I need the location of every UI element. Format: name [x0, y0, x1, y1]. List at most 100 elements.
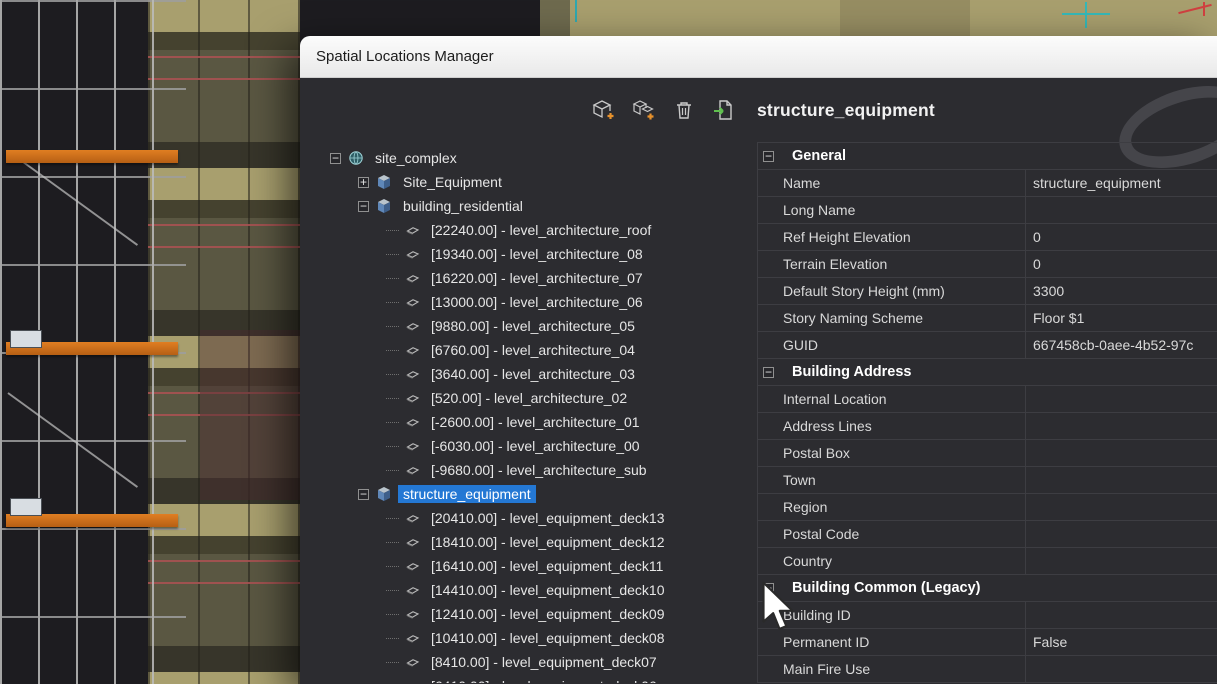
tree-item[interactable]: [18410.00] - level_equipment_deck12 — [322, 530, 745, 554]
property-section-header: −General — [758, 143, 1217, 170]
tree-item[interactable]: [14410.00] - level_equipment_deck10 — [322, 578, 745, 602]
axis-marker-teal — [1085, 2, 1087, 28]
level-icon — [404, 534, 420, 550]
tree-item[interactable]: [-6030.00] - level_architecture_00 — [322, 434, 745, 458]
delete-button[interactable] — [669, 96, 699, 124]
expand-box-icon[interactable]: + — [358, 177, 369, 188]
tree-item[interactable]: [19340.00] - level_architecture_08 — [322, 242, 745, 266]
property-value[interactable]: 667458cb-0aee-4b52-97c — [1026, 332, 1217, 358]
tree-item[interactable]: − structure_equipment — [322, 482, 745, 506]
tree-connector — [386, 302, 399, 303]
tree-item[interactable]: [22240.00] - level_architecture_roof — [322, 218, 745, 242]
tree-item[interactable]: [8410.00] - level_equipment_deck07 — [322, 650, 745, 674]
scaffold-sign — [10, 498, 42, 516]
property-value[interactable] — [1026, 602, 1217, 628]
tree-item[interactable]: [20410.00] - level_equipment_deck13 — [322, 506, 745, 530]
property-label: Region — [758, 494, 1026, 520]
level-icon — [404, 294, 420, 310]
tree-item[interactable]: [16410.00] - level_equipment_deck11 — [322, 554, 745, 578]
tree-item-label: [520.00] - level_architecture_02 — [426, 389, 632, 407]
tree-connector — [386, 278, 399, 279]
add-story-button[interactable] — [629, 96, 659, 124]
level-icon — [404, 342, 420, 358]
window-titlebar[interactable]: Spatial Locations Manager — [300, 36, 1217, 78]
level-icon — [404, 462, 420, 478]
tree-item[interactable]: [6760.00] - level_architecture_04 — [322, 338, 745, 362]
scaffold-platform — [6, 150, 178, 163]
tree-item-label: structure_equipment — [398, 485, 536, 503]
tree-item-label: [12410.00] - level_equipment_deck09 — [426, 605, 670, 623]
property-label: Ref Height Elevation — [758, 224, 1026, 250]
interior-shadow — [200, 330, 300, 500]
property-value[interactable] — [1026, 413, 1217, 439]
property-row: Story Naming SchemeFloor $1 — [758, 305, 1217, 332]
axis-marker-red — [1203, 2, 1205, 16]
property-value[interactable]: 0 — [1026, 251, 1217, 277]
property-label: Town — [758, 467, 1026, 493]
export-button[interactable] — [709, 96, 739, 124]
tree-item-label: [13000.00] - level_architecture_06 — [426, 293, 648, 311]
tree-item[interactable]: [-2600.00] - level_architecture_01 — [322, 410, 745, 434]
tree-item[interactable]: [-9680.00] - level_architecture_sub — [322, 458, 745, 482]
property-value[interactable] — [1026, 548, 1217, 574]
property-label: Long Name — [758, 197, 1026, 223]
section-title: Building Address — [792, 364, 912, 380]
tree-connector — [386, 542, 399, 543]
property-label: Building ID — [758, 602, 1026, 628]
tree-item[interactable]: [12410.00] - level_equipment_deck09 — [322, 602, 745, 626]
tree-connector — [386, 590, 399, 591]
dimension-line — [575, 0, 577, 22]
collapse-box-icon[interactable]: − — [330, 153, 341, 164]
property-value[interactable] — [1026, 467, 1217, 493]
level-icon — [404, 246, 420, 262]
level-icon — [404, 270, 420, 286]
property-value[interactable] — [1026, 494, 1217, 520]
tree-item[interactable]: −building_residential — [322, 194, 745, 218]
property-value[interactable] — [1026, 521, 1217, 547]
tree-item[interactable]: [10410.00] - level_equipment_deck08 — [322, 626, 745, 650]
property-panel: −GeneralNamestructure_equipmentLong Name… — [757, 142, 1217, 683]
collapse-box-icon[interactable]: − — [358, 201, 369, 212]
tree-item-label: [3640.00] - level_architecture_03 — [426, 365, 640, 383]
tree-item-label: site_complex — [370, 149, 462, 167]
property-value[interactable]: Floor $1 — [1026, 305, 1217, 331]
property-value[interactable]: 3300 — [1026, 278, 1217, 304]
property-value[interactable]: False — [1026, 629, 1217, 655]
tree-item[interactable]: [13000.00] - level_architecture_06 — [322, 290, 745, 314]
tree-item[interactable]: [6410.00] - level_equipment_deck06 — [322, 674, 745, 683]
tree-item-label: [6410.00] - level_equipment_deck06 — [426, 677, 662, 683]
property-row: Region — [758, 494, 1217, 521]
dialog-toolbar — [300, 96, 745, 124]
collapse-box-icon[interactable]: − — [358, 489, 369, 500]
building-icon — [376, 174, 392, 190]
property-value[interactable] — [1026, 386, 1217, 412]
add-building-button[interactable] — [589, 96, 619, 124]
property-label: Postal Code — [758, 521, 1026, 547]
property-value[interactable]: structure_equipment — [1026, 170, 1217, 196]
tree-connector — [386, 662, 399, 663]
spatial-locations-manager-window: Spatial Locations Manager structure_equi… — [300, 36, 1217, 684]
collapse-box-icon[interactable]: − — [763, 151, 774, 162]
level-icon — [404, 558, 420, 574]
tree-item-label: [10410.00] - level_equipment_deck08 — [426, 629, 670, 647]
collapse-box-icon[interactable]: − — [763, 583, 774, 594]
tree-item-label: [6760.00] - level_architecture_04 — [426, 341, 640, 359]
tree-connector — [386, 230, 399, 231]
tree-item-label: [16410.00] - level_equipment_deck11 — [426, 557, 668, 575]
property-value[interactable] — [1026, 197, 1217, 223]
tree-item[interactable]: − site_complex — [322, 146, 745, 170]
tree-item[interactable]: +Site_Equipment — [322, 170, 745, 194]
property-value[interactable]: 0 — [1026, 224, 1217, 250]
property-value[interactable] — [1026, 440, 1217, 466]
level-icon — [404, 318, 420, 334]
tree-item[interactable]: [520.00] - level_architecture_02 — [322, 386, 745, 410]
location-tree: − site_complex +Site_Equipment−building_re… — [300, 142, 745, 683]
level-icon — [404, 414, 420, 430]
collapse-box-icon[interactable]: − — [763, 367, 774, 378]
site-icon — [348, 150, 364, 166]
tree-item[interactable]: [3640.00] - level_architecture_03 — [322, 362, 745, 386]
tree-connector — [386, 470, 399, 471]
tree-item[interactable]: [16220.00] - level_architecture_07 — [322, 266, 745, 290]
property-value[interactable] — [1026, 656, 1217, 682]
tree-item[interactable]: [9880.00] - level_architecture_05 — [322, 314, 745, 338]
